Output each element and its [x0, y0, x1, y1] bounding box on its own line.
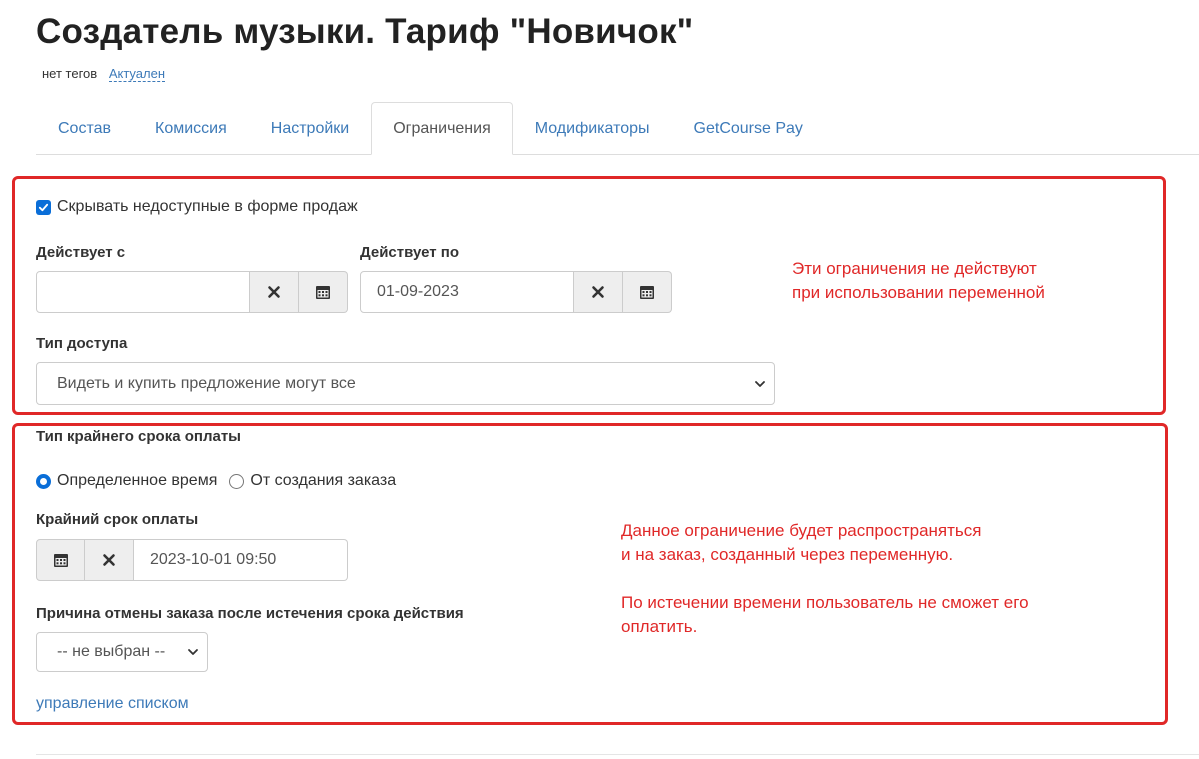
tab-restrictions[interactable]: Ограничения	[371, 102, 513, 155]
hide-unavailable-row[interactable]: Скрывать недоступные в форме продаж	[36, 198, 358, 216]
deadline-calendar-button[interactable]	[36, 539, 85, 581]
radio-fixed-time-button[interactable]	[36, 473, 51, 489]
valid-from-clear-button[interactable]	[250, 271, 299, 313]
valid-from-label: Действует с	[36, 244, 126, 261]
close-icon	[592, 286, 604, 298]
tab-composition[interactable]: Состав	[36, 102, 133, 154]
radio-fixed-time-label: Определенное время	[57, 472, 218, 489]
close-icon	[103, 554, 115, 566]
calendar-icon	[316, 286, 330, 299]
deadline-input[interactable]: 2023-10-01 09:50	[134, 539, 348, 581]
payment-deadline-note-spacer	[621, 567, 1029, 591]
access-type-select[interactable]: Видеть и купить предложение могут все	[36, 362, 775, 405]
payment-deadline-note: Данное ограничение будет распространятьс…	[621, 519, 1029, 639]
tab-getcourse-pay[interactable]: GetCourse Pay	[672, 102, 825, 154]
deadline-type-label: Тип крайнего срока оплаты	[36, 428, 241, 445]
hide-unavailable-checkbox[interactable]	[36, 199, 51, 215]
valid-from-calendar-button[interactable]	[299, 271, 348, 313]
payment-deadline-note-line: По истечении времени пользователь не смо…	[621, 593, 1029, 612]
radio-from-order-creation-button[interactable]	[229, 473, 245, 489]
tab-commission[interactable]: Комиссия	[133, 102, 249, 154]
valid-to-group: 01-09-2023	[360, 271, 672, 313]
restrictions-note-line: при использовании переменной	[792, 283, 1045, 302]
valid-to-clear-button[interactable]	[574, 271, 623, 313]
divider	[36, 754, 1199, 755]
access-type-value: Видеть и купить предложение могут все	[57, 374, 356, 392]
radio-from-order-creation[interactable]: От создания заказа	[229, 472, 396, 490]
valid-to-input[interactable]: 01-09-2023	[360, 271, 574, 313]
access-type-label: Тип доступа	[36, 335, 128, 352]
page-title: Создатель музыки. Тариф "Новичок"	[36, 12, 694, 51]
deadline-label: Крайний срок оплаты	[36, 511, 199, 528]
status-link[interactable]: Актуален	[108, 66, 165, 82]
chevron-down-icon	[188, 649, 198, 655]
tab-modifiers[interactable]: Модификаторы	[513, 102, 672, 154]
restrictions-note: Эти ограничения не действуют при использ…	[792, 257, 1045, 305]
radio-fixed-time[interactable]: Определенное время	[36, 472, 217, 490]
valid-from-group	[36, 271, 348, 313]
tags-text: нет тегов	[42, 66, 98, 81]
tab-settings[interactable]: Настройки	[249, 102, 371, 154]
deadline-type-radio-group: Определенное время От создания заказа	[36, 472, 408, 490]
payment-deadline-note-line: и на заказ, созданный через переменную.	[621, 545, 954, 564]
calendar-icon	[640, 286, 654, 299]
restrictions-note-line: Эти ограничения не действуют	[792, 259, 1037, 278]
payment-deadline-note-line: Данное ограничение будет распространятьс…	[621, 521, 982, 540]
payment-deadline-note-line: оплатить.	[621, 617, 698, 636]
manage-list-link[interactable]: управление списком	[36, 695, 189, 713]
valid-to-label: Действует по	[360, 244, 459, 261]
chevron-down-icon	[755, 380, 765, 387]
deadline-group: 2023-10-01 09:50	[36, 539, 348, 581]
cancel-reason-value: -- не выбран --	[57, 643, 166, 660]
close-icon	[268, 286, 280, 298]
hide-unavailable-label: Скрывать недоступные в форме продаж	[57, 198, 358, 215]
cancel-reason-label: Причина отмены заказа после истечения ср…	[36, 605, 464, 622]
radio-from-order-creation-label: От создания заказа	[250, 472, 397, 489]
calendar-icon	[53, 554, 68, 567]
product-restrictions-page: Создатель музыки. Тариф "Новичок" нет те…	[0, 0, 1199, 759]
valid-to-calendar-button[interactable]	[623, 271, 672, 313]
cancel-reason-select[interactable]: -- не выбран --	[36, 632, 208, 672]
checkmark-icon	[38, 203, 49, 211]
meta-row: нет тегов Актуален	[42, 66, 165, 82]
valid-from-input[interactable]	[36, 271, 250, 313]
tab-bar: Состав Комиссия Настройки Ограничения Мо…	[36, 102, 1199, 155]
deadline-clear-button[interactable]	[85, 539, 134, 581]
